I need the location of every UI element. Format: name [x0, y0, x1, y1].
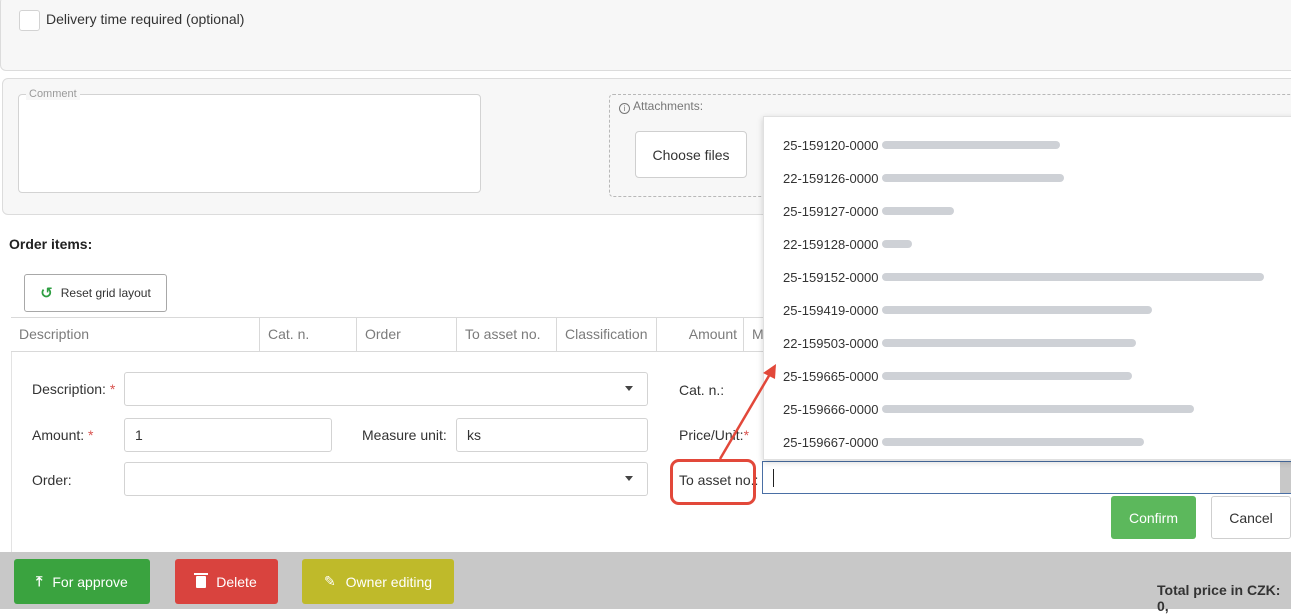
- column-header-classification[interactable]: Classification: [556, 318, 656, 351]
- blurred-description: [882, 438, 1145, 446]
- column-header-to-asset-no[interactable]: To asset no.: [456, 318, 556, 351]
- reset-grid-layout-label: Reset grid layout: [60, 286, 151, 300]
- blurred-description: [882, 306, 1153, 314]
- asset-option[interactable]: 22-159128-0000: [783, 234, 913, 254]
- attachments-title: i Attachments:: [619, 99, 703, 114]
- cat-n-label: Cat. n.:: [679, 382, 725, 398]
- column-header-amount[interactable]: Amount: [656, 318, 743, 351]
- chevron-down-icon: [625, 386, 633, 391]
- asset-option[interactable]: 25-159667-0000: [783, 432, 1145, 452]
- order-items-title: Order items:: [9, 236, 93, 252]
- column-header-cat-n[interactable]: Cat. n.: [259, 318, 356, 351]
- blurred-description: [882, 405, 1195, 413]
- column-header-order[interactable]: Order: [356, 318, 456, 351]
- undo-icon: ↺: [40, 285, 53, 302]
- delivery-checkbox-label: Delivery time required (optional): [46, 11, 245, 27]
- column-header-description[interactable]: Description: [11, 318, 259, 351]
- asset-option[interactable]: 22-159503-0000: [783, 333, 1137, 353]
- comment-legend: Comment: [26, 88, 80, 100]
- blurred-description: [882, 207, 955, 215]
- to-asset-no-input[interactable]: [762, 461, 1291, 494]
- delete-button[interactable]: Delete: [175, 559, 278, 604]
- owner-editing-label: Owner editing: [345, 573, 433, 590]
- blurred-description: [882, 174, 1065, 182]
- blurred-description: [882, 141, 1061, 149]
- trash-icon: [194, 572, 209, 588]
- asset-option[interactable]: 25-159419-0000: [783, 300, 1153, 320]
- for-approve-button[interactable]: ⤒ For approve: [14, 559, 150, 604]
- measure-unit-label: Measure unit:: [362, 427, 447, 443]
- pencil-icon: ✎: [323, 573, 336, 589]
- blurred-description: [882, 273, 1265, 281]
- asset-dropdown-list: 25-159120-0000 22-159126-0000 25-159127-…: [763, 116, 1291, 460]
- reset-grid-layout-button[interactable]: ↺ Reset grid layout: [24, 274, 167, 312]
- blurred-description: [882, 240, 913, 248]
- blurred-description: [882, 339, 1137, 347]
- asset-option[interactable]: 25-159665-0000: [783, 366, 1133, 386]
- measure-unit-input[interactable]: ks: [456, 418, 648, 452]
- cancel-button[interactable]: Cancel: [1211, 496, 1291, 539]
- for-approve-label: For approve: [52, 573, 128, 590]
- total-price: Total price in CZK: 0,: [1157, 582, 1281, 614]
- amount-input[interactable]: 1: [124, 418, 332, 452]
- asset-option[interactable]: 22-159126-0000: [783, 168, 1065, 188]
- confirm-button[interactable]: Confirm: [1111, 496, 1196, 539]
- order-select[interactable]: [124, 462, 648, 496]
- asset-option[interactable]: 25-159120-0000: [783, 135, 1061, 155]
- text-caret: [773, 469, 774, 487]
- choose-files-button[interactable]: Choose files: [635, 131, 747, 178]
- owner-editing-button[interactable]: ✎ Owner editing: [302, 559, 454, 604]
- upload-icon: ⤒: [36, 573, 43, 589]
- delivery-checkbox[interactable]: [19, 10, 40, 31]
- delete-label: Delete: [216, 573, 257, 590]
- input-scrollbar[interactable]: [1280, 462, 1291, 493]
- asset-option[interactable]: 25-159127-0000: [783, 201, 955, 221]
- order-label: Order:: [32, 472, 72, 488]
- attachments-title-text: Attachments:: [633, 99, 704, 113]
- amount-label: Amount: *: [32, 427, 94, 443]
- asset-option[interactable]: 25-159152-0000: [783, 267, 1265, 287]
- asset-label-highlight: [670, 459, 756, 505]
- description-label: Description: *: [32, 381, 116, 397]
- asset-option[interactable]: 25-159666-0000: [783, 399, 1195, 419]
- info-icon: i: [619, 103, 630, 114]
- chevron-down-icon: [625, 476, 633, 481]
- blurred-description: [882, 372, 1133, 380]
- description-select[interactable]: [124, 372, 648, 406]
- price-unit-label: Price/Unit:*: [679, 427, 750, 443]
- comment-textarea[interactable]: [18, 94, 481, 193]
